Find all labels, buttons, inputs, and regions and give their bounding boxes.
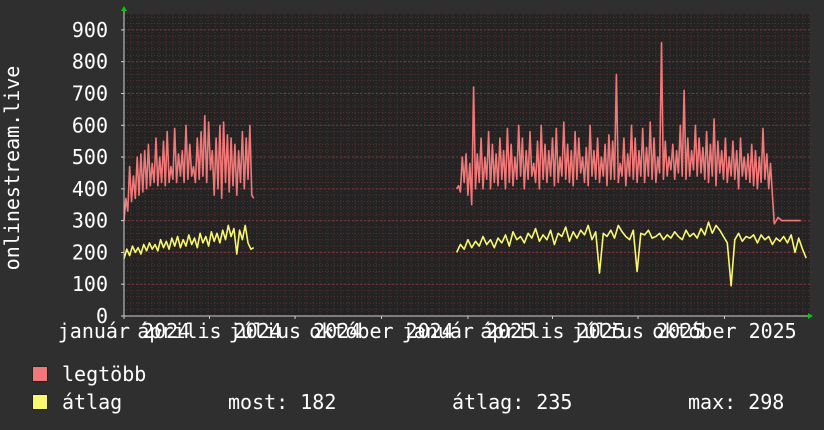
y-tick-label: 400 <box>72 177 108 201</box>
y-tick-label: 900 <box>72 18 108 42</box>
stat-max-label: max: <box>688 390 737 414</box>
stat-atlag: átlag: 235 <box>452 390 572 414</box>
stat-atlag-label: átlag: <box>452 390 525 414</box>
stat-most-label: most: <box>228 390 289 414</box>
legend-swatch-legtobb <box>32 366 48 382</box>
legend-label-atlag: átlag <box>62 390 123 414</box>
y-tick-label: 600 <box>72 113 108 137</box>
y-tick-labels: 0100200300400500600700800900 <box>72 18 108 328</box>
y-tick-label: 800 <box>72 50 108 74</box>
y-tick-label: 700 <box>72 81 108 105</box>
legend-item-atlag: átlag <box>32 390 122 414</box>
x-tick-label: október 2025 <box>652 319 797 343</box>
stat-most-value: 182 <box>300 390 337 414</box>
stat-most: most: 182 <box>228 390 336 414</box>
y-axis-arrow <box>121 6 127 11</box>
y-tick-label: 200 <box>72 240 108 264</box>
stat-max: max: 298 <box>688 390 784 414</box>
legend-label-legtobb: legtöbb <box>62 362 147 386</box>
y-tick-label: 300 <box>72 209 108 233</box>
x-axis-arrow <box>808 313 813 319</box>
stat-max-value: 298 <box>748 390 785 414</box>
legend-swatch-atlag <box>32 394 48 410</box>
y-axis-label: onlinestream.live <box>0 66 24 271</box>
y-tick-label: 500 <box>72 145 108 169</box>
x-tick-labels: január 2024április 2024július 2024októbe… <box>58 319 797 343</box>
y-tick-label: 100 <box>72 272 108 296</box>
legend-item-legtobb: legtöbb <box>32 362 146 386</box>
stat-atlag-value: 235 <box>536 390 573 414</box>
